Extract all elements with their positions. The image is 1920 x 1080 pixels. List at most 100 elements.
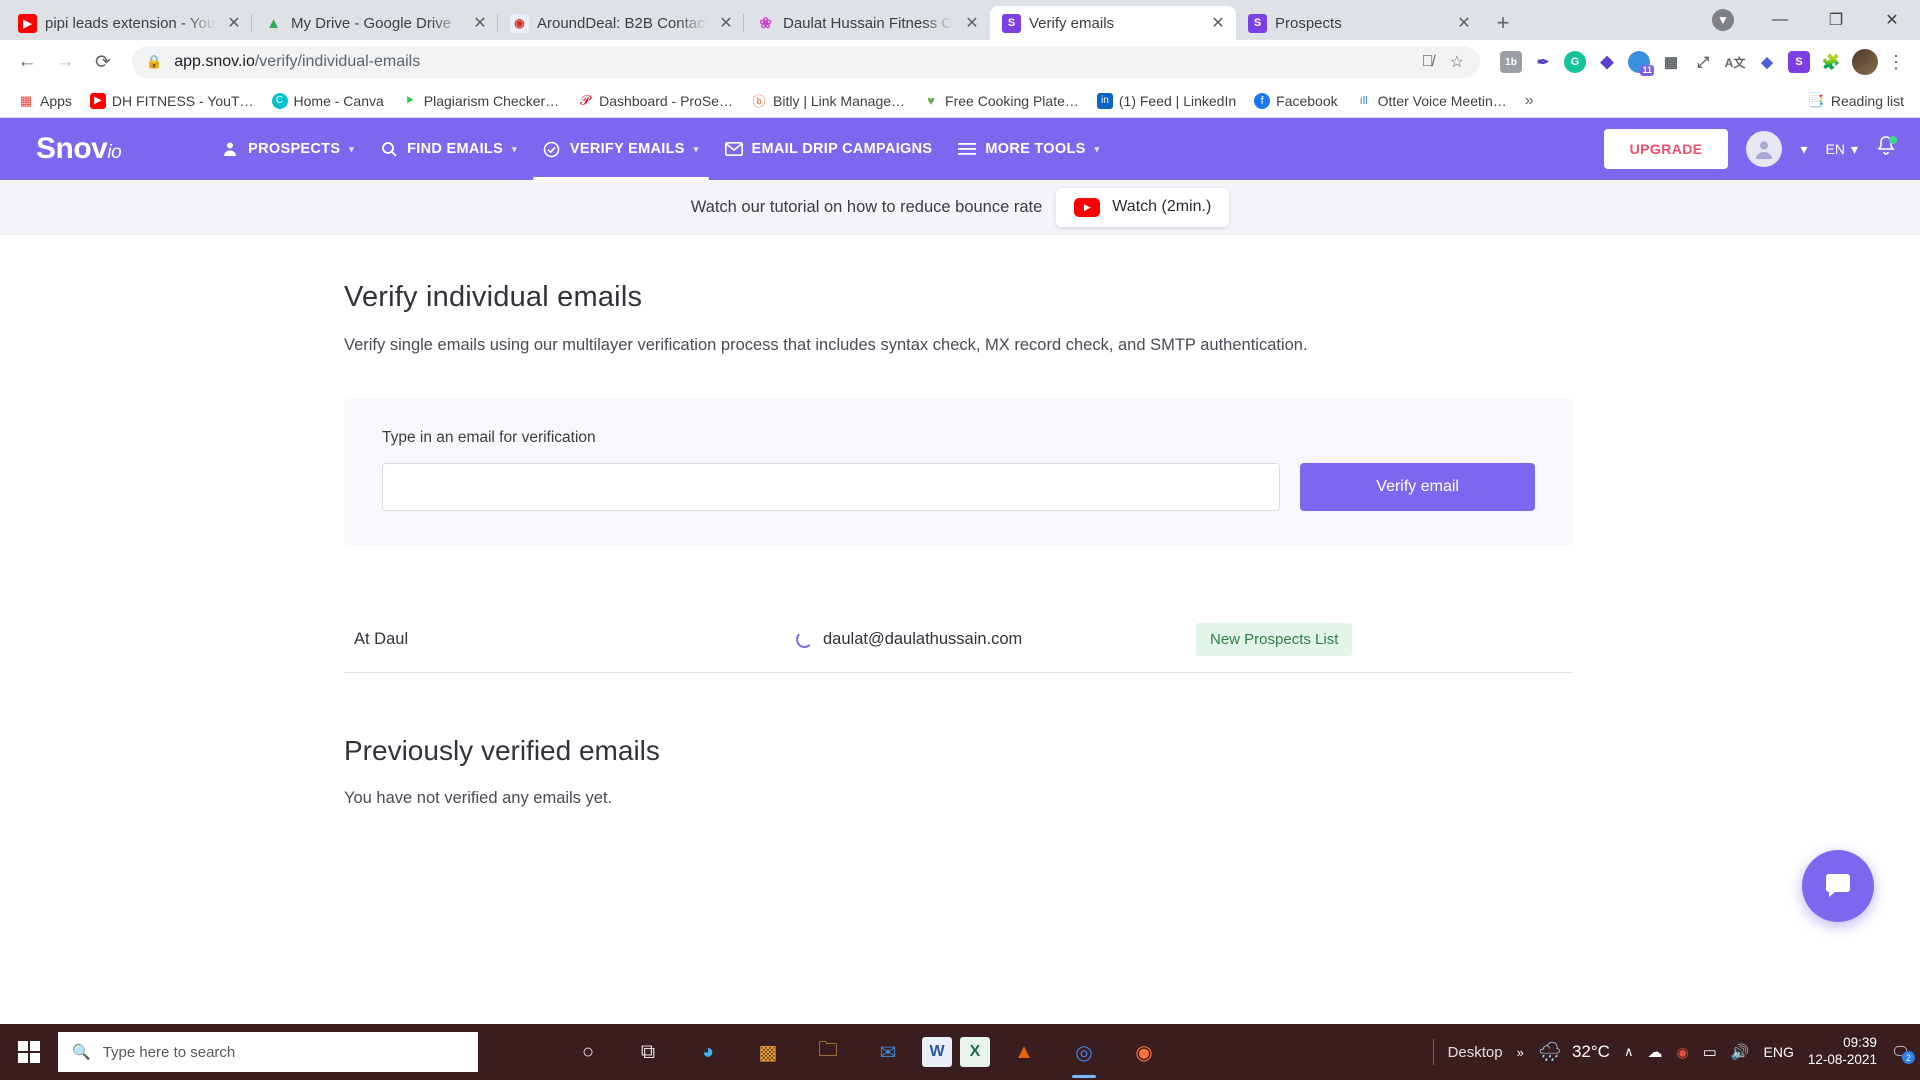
snovio-logo[interactable]: Snovio: [36, 132, 122, 166]
edge-icon[interactable]: ◕: [682, 1024, 734, 1080]
prospects-list-tag[interactable]: New Prospects List: [1196, 623, 1353, 656]
new-tab-button[interactable]: +: [1486, 6, 1520, 40]
bookmark-item[interactable]: ⓑ Bitly | Link Manage…: [743, 89, 913, 113]
excel-icon[interactable]: X: [960, 1037, 990, 1067]
user-avatar[interactable]: [1746, 131, 1783, 167]
close-icon[interactable]: ✕: [1208, 13, 1228, 33]
watch-tutorial-button[interactable]: ▶ Watch (2min.): [1056, 187, 1230, 227]
close-icon[interactable]: ✕: [224, 13, 244, 33]
notifications-bell-icon[interactable]: [1876, 135, 1897, 163]
reading-list-button[interactable]: 📑 Reading list: [1807, 92, 1910, 109]
minimize-button[interactable]: —: [1752, 0, 1808, 40]
cortana-icon[interactable]: ○: [562, 1024, 614, 1080]
snovio-extension-icon[interactable]: 11: [1628, 51, 1654, 76]
snovio-s-icon[interactable]: S: [1788, 51, 1810, 73]
battery-icon[interactable]: ▭: [1703, 1043, 1717, 1061]
microsoft-store-icon[interactable]: ▩: [742, 1024, 794, 1080]
taskbar-search[interactable]: 🔍 Type here to search: [58, 1032, 478, 1072]
onedrive-icon[interactable]: ☁: [1647, 1043, 1662, 1061]
firefox-icon[interactable]: ◉: [1118, 1024, 1170, 1080]
verify-email-button[interactable]: Verify email: [1300, 463, 1535, 511]
task-view-icon[interactable]: ⧉: [622, 1024, 674, 1080]
upgrade-button[interactable]: UPGRADE: [1603, 129, 1729, 169]
person-icon: [221, 140, 239, 158]
apps-grid-icon[interactable]: ▦: [1660, 51, 1682, 73]
mail-icon[interactable]: ✉: [862, 1024, 914, 1080]
bookmark-item[interactable]: in (1) Feed | LinkedIn: [1089, 89, 1244, 113]
snovio-icon: S: [1248, 13, 1267, 33]
browser-tab[interactable]: S Prospects ✕: [1236, 6, 1482, 40]
taskbar-overflow-icon[interactable]: »: [1517, 1045, 1524, 1060]
nav-item-email-drip-campaigns[interactable]: EMAIL DRIP CAMPAIGNS: [724, 118, 933, 180]
language-selector[interactable]: EN ▾: [1826, 141, 1858, 158]
bookmark-item[interactable]: ▶ DH FITNESS - YouT…: [82, 89, 262, 113]
desktop-label[interactable]: Desktop: [1448, 1044, 1503, 1061]
hunter-icon[interactable]: ◆: [1596, 51, 1618, 73]
fullscreen-icon[interactable]: ⤢: [1692, 51, 1714, 73]
chrome-icon[interactable]: ◎: [1058, 1024, 1110, 1080]
taskbar-clock[interactable]: 09:39 12-08-2021: [1808, 1035, 1877, 1069]
taskbar-language[interactable]: ENG: [1764, 1044, 1794, 1060]
tab-manager-icon[interactable]: 1b: [1500, 51, 1522, 73]
envelope-icon: [724, 140, 743, 158]
word-icon[interactable]: W: [922, 1037, 952, 1067]
tray-divider: [1432, 1039, 1434, 1065]
bookmarks-overflow-icon[interactable]: »: [1517, 92, 1542, 110]
nav-item-prospects[interactable]: PROSPECTS ▾: [221, 118, 354, 180]
bookmark-label: Dashboard - ProSe…: [599, 92, 733, 109]
bookmark-apps[interactable]: ▦ Apps: [10, 89, 80, 113]
tab-title: pipi leads extension - YouTu: [45, 14, 216, 32]
chat-bubble-icon[interactable]: [1802, 850, 1874, 922]
bookmark-item[interactable]: ♥ Free Cooking Plate…: [915, 89, 1087, 113]
address-bar[interactable]: 🔒 app.snov.io/verify/individual-emails 👁…: [132, 46, 1480, 78]
close-icon[interactable]: ✕: [716, 13, 736, 33]
eyedropper-icon[interactable]: ✒: [1532, 51, 1554, 73]
close-icon[interactable]: ✕: [1454, 13, 1474, 33]
vlc-icon[interactable]: ▲: [998, 1024, 1050, 1080]
bookmark-item[interactable]: C Home - Canva: [264, 89, 392, 113]
bookmark-item[interactable]: f Facebook: [1246, 89, 1345, 113]
tutorial-banner: Watch our tutorial on how to reduce boun…: [0, 180, 1920, 235]
bookmark-item[interactable]: 𝒫 Dashboard - ProSe…: [569, 89, 741, 113]
browser-menu-icon[interactable]: ⋮: [1882, 52, 1910, 73]
browser-tab[interactable]: ◉ AroundDeal: B2B Contact & ✕: [497, 6, 744, 40]
tray-chevron-icon[interactable]: ∧: [1624, 1044, 1634, 1060]
window-controls: ▼ — ❐ ✕: [1712, 0, 1920, 40]
browser-tab-active[interactable]: S Verify emails ✕: [990, 6, 1236, 40]
maximize-button[interactable]: ❐: [1808, 0, 1864, 40]
star-icon[interactable]: ☆: [1450, 52, 1464, 72]
email-verification-input[interactable]: [382, 463, 1281, 511]
profile-avatar[interactable]: [1852, 49, 1878, 75]
antivirus-icon[interactable]: ◉: [1676, 1044, 1688, 1061]
forward-icon[interactable]: →: [48, 45, 82, 79]
file-explorer-icon[interactable]: 🗀: [802, 1024, 854, 1080]
weather-widget[interactable]: 🌧 32°C: [1538, 1040, 1610, 1064]
bookmark-item[interactable]: ıll Otter Voice Meetin…: [1348, 89, 1515, 113]
reload-icon[interactable]: ⟳: [86, 45, 120, 79]
volume-icon[interactable]: 🔊: [1731, 1043, 1750, 1061]
verify-form-row: Verify email: [382, 463, 1535, 511]
close-icon[interactable]: ✕: [470, 13, 490, 33]
back-icon[interactable]: ←: [10, 45, 44, 79]
close-window-button[interactable]: ✕: [1864, 0, 1920, 40]
browser-tab[interactable]: ▲ My Drive - Google Drive ✕: [251, 6, 498, 40]
nav-item-find-emails[interactable]: FIND EMAILS ▾: [380, 118, 517, 180]
windows-start-icon[interactable]: [0, 1024, 58, 1080]
grammarly-icon[interactable]: G: [1564, 51, 1586, 73]
extension-badge: 11: [1640, 65, 1654, 76]
nav-item-verify-emails[interactable]: VERIFY EMAILS ▾: [532, 118, 709, 180]
notification-icon[interactable]: 🗨 2: [1891, 1043, 1915, 1064]
puzzle-icon[interactable]: 🧩: [1820, 51, 1842, 73]
translate-icon[interactable]: A文: [1724, 51, 1746, 73]
bookmark-item[interactable]: ⯈ Plagiarism Checker…: [394, 89, 567, 113]
nav-item-more-tools[interactable]: MORE TOOLS ▾: [958, 118, 1099, 180]
eye-slash-icon[interactable]: 👁̸: [1422, 53, 1434, 71]
browser-tab[interactable]: ❀ Daulat Hussain Fitness Cum ✕: [743, 6, 990, 40]
close-icon[interactable]: ✕: [962, 13, 982, 33]
omnibox-icons: 👁̸ ☆: [1422, 52, 1466, 72]
update-icon[interactable]: ▼: [1712, 9, 1734, 31]
diamond-icon[interactable]: ◆: [1756, 51, 1778, 73]
url-text: app.snov.io/verify/individual-emails: [174, 53, 421, 70]
browser-tab[interactable]: ▶ pipi leads extension - YouTu ✕: [6, 6, 252, 40]
avatar-dropdown-icon[interactable]: ▾: [1800, 141, 1807, 158]
